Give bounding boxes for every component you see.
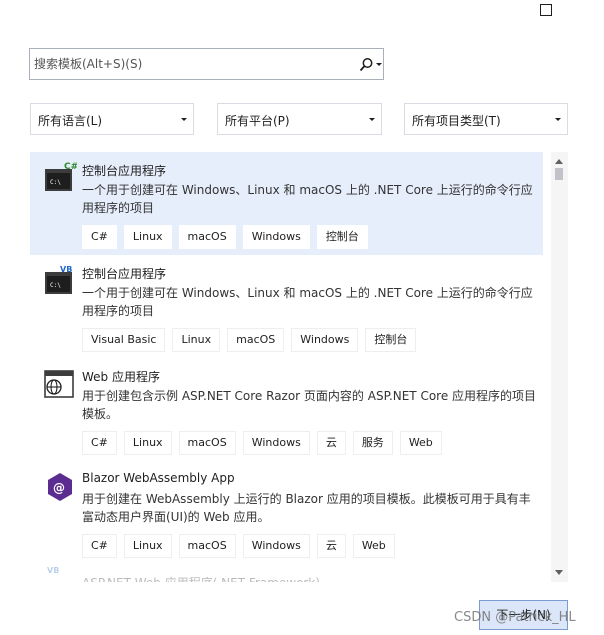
vb-badge: VB [47,566,60,575]
platform-filter[interactable]: 所有平台(P) [217,103,382,135]
tag: macOS [178,225,236,249]
template-description: 用于创建在 WebAssembly 上运行的 Blazor 应用的项目模板。此模… [82,492,531,524]
scroll-thumb[interactable] [555,168,563,180]
project-type-filter-label: 所有项目类型(T) [412,114,501,128]
tag: macOS [178,431,236,455]
template-item-partial[interactable]: VB ASP.NET Web 应用程序(.NET Framework) [30,566,543,582]
tag: Windows [242,534,310,558]
template-description: 一个用于创建可在 Windows、Linux 和 macOS 上的 .NET C… [82,286,533,318]
tag: Windows [242,225,310,249]
language-filter[interactable]: 所有语言(L) [30,103,194,135]
svg-text:VB: VB [60,265,72,274]
template-title: ASP.NET Web 应用程序(.NET Framework) [82,574,320,582]
tag: Linux [123,534,172,558]
template-tags: C# Linux macOS Windows 云 服务 Web [82,431,442,455]
svg-text:C#: C# [64,162,77,172]
template-title: 控制台应用程序 [82,164,167,178]
template-item-web-app[interactable]: Web 应用程序 用于创建包含示例 ASP.NET Core Razor 页面内… [30,358,543,461]
scroll-up-icon[interactable] [555,159,563,164]
maximize-window-icon[interactable] [540,4,552,16]
tag: Windows [242,431,310,455]
tag: 云 [316,431,346,455]
tag: C# [82,431,117,455]
template-tags: C# Linux macOS Windows 云 Web [82,534,395,558]
template-title: Blazor WebAssembly App [82,471,235,485]
tag: Linux [123,431,172,455]
search-dropdown-icon[interactable] [376,63,382,66]
svg-text:C:\: C:\ [50,282,61,289]
template-description: 一个用于创建可在 Windows、Linux 和 macOS 上的 .NET C… [82,183,533,215]
chevron-down-icon [369,118,375,121]
template-list-scrollbar[interactable] [551,152,568,582]
chevron-down-icon [181,118,187,121]
tag: 云 [316,534,346,558]
tag: C# [82,225,117,249]
chevron-down-icon [555,118,561,121]
tag: Windows [291,328,359,352]
tag: 服务 [352,431,393,455]
tag: Visual Basic [82,328,166,352]
template-title: Web 应用程序 [82,370,160,384]
tag: Linux [123,225,172,249]
template-item-console-vb[interactable]: C:\ VB 控制台应用程序 一个用于创建可在 Windows、Linux 和 … [30,255,543,358]
tag: Linux [172,328,221,352]
platform-filter-label: 所有平台(P) [225,114,290,128]
tag: C# [82,534,117,558]
search-icon[interactable] [357,56,375,74]
web-app-icon [44,370,74,398]
search-input[interactable] [34,55,334,73]
blazor-icon: @ [48,473,72,501]
tag: Web [352,534,395,558]
language-filter-label: 所有语言(L) [38,114,103,128]
tag: macOS [178,534,236,558]
template-item-blazor[interactable]: @ Blazor WebAssembly App 用于创建在 WebAssemb… [30,461,543,564]
svg-text:C:\: C:\ [50,179,61,186]
template-tags: C# Linux macOS Windows 控制台 [82,225,368,249]
template-search-box[interactable] [29,48,384,80]
template-title: 控制台应用程序 [82,267,167,281]
tag: 控制台 [365,328,417,352]
watermark: CSDN @Patrick_HL [454,610,576,625]
console-csharp-icon: C:\ C# [45,162,77,191]
template-description: 用于创建包含示例 ASP.NET Core Razor 页面内容的 ASP.NE… [82,389,537,421]
project-type-filter[interactable]: 所有项目类型(T) [404,103,568,135]
console-vb-icon: C:\ VB [45,265,72,294]
tag: Web [399,431,442,455]
template-list: C:\ C# 控制台应用程序 一个用于创建可在 Windows、Linux 和 … [30,152,543,582]
tag: macOS [227,328,285,352]
tag: 控制台 [316,225,368,249]
svg-text:@: @ [53,481,65,495]
scroll-down-icon[interactable] [555,570,563,575]
template-tags: Visual Basic Linux macOS Windows 控制台 [82,328,417,352]
template-item-console-csharp[interactable]: C:\ C# 控制台应用程序 一个用于创建可在 Windows、Linux 和 … [30,152,543,255]
